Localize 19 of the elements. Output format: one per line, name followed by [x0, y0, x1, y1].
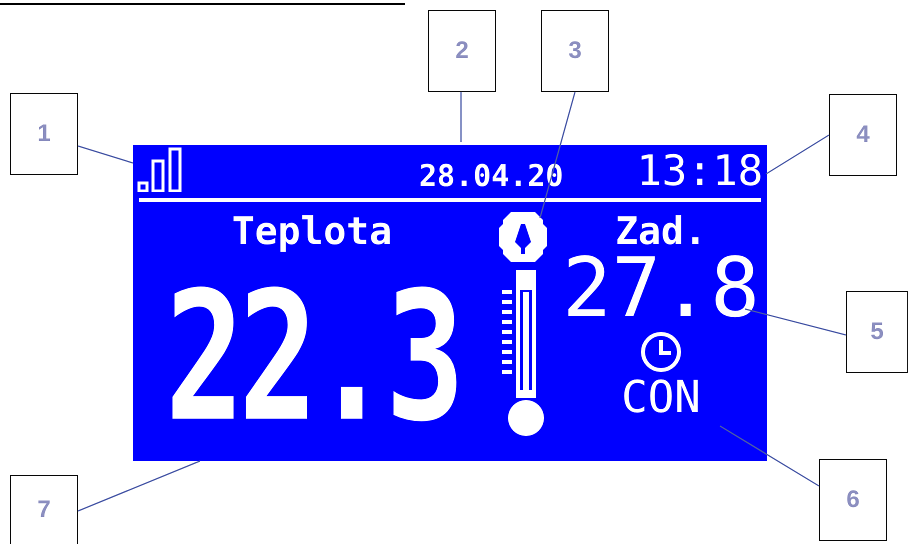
callout-number: 2	[428, 10, 496, 92]
callout-number: 5	[846, 291, 908, 373]
time-text: 13:18	[636, 150, 763, 192]
current-temperature: 22.3	[165, 268, 459, 448]
setpoint-label: Zad.	[615, 212, 707, 250]
temperature-label: Teplota	[232, 212, 392, 250]
mode-text: CON	[621, 376, 701, 420]
date-text: 28.04.20	[419, 162, 564, 192]
leader-line	[460, 92, 462, 142]
callout-number: 1	[10, 93, 78, 175]
thermometer-icon	[500, 268, 546, 438]
callout-number: 3	[541, 10, 609, 92]
clock-icon	[639, 330, 683, 374]
callout-number: 6	[819, 459, 887, 541]
setpoint-temperature: 27.8	[562, 248, 760, 330]
leader-line	[78, 145, 134, 164]
leader-line	[766, 134, 830, 175]
callout-number: 4	[829, 94, 897, 176]
callout-number: 7	[10, 475, 78, 544]
